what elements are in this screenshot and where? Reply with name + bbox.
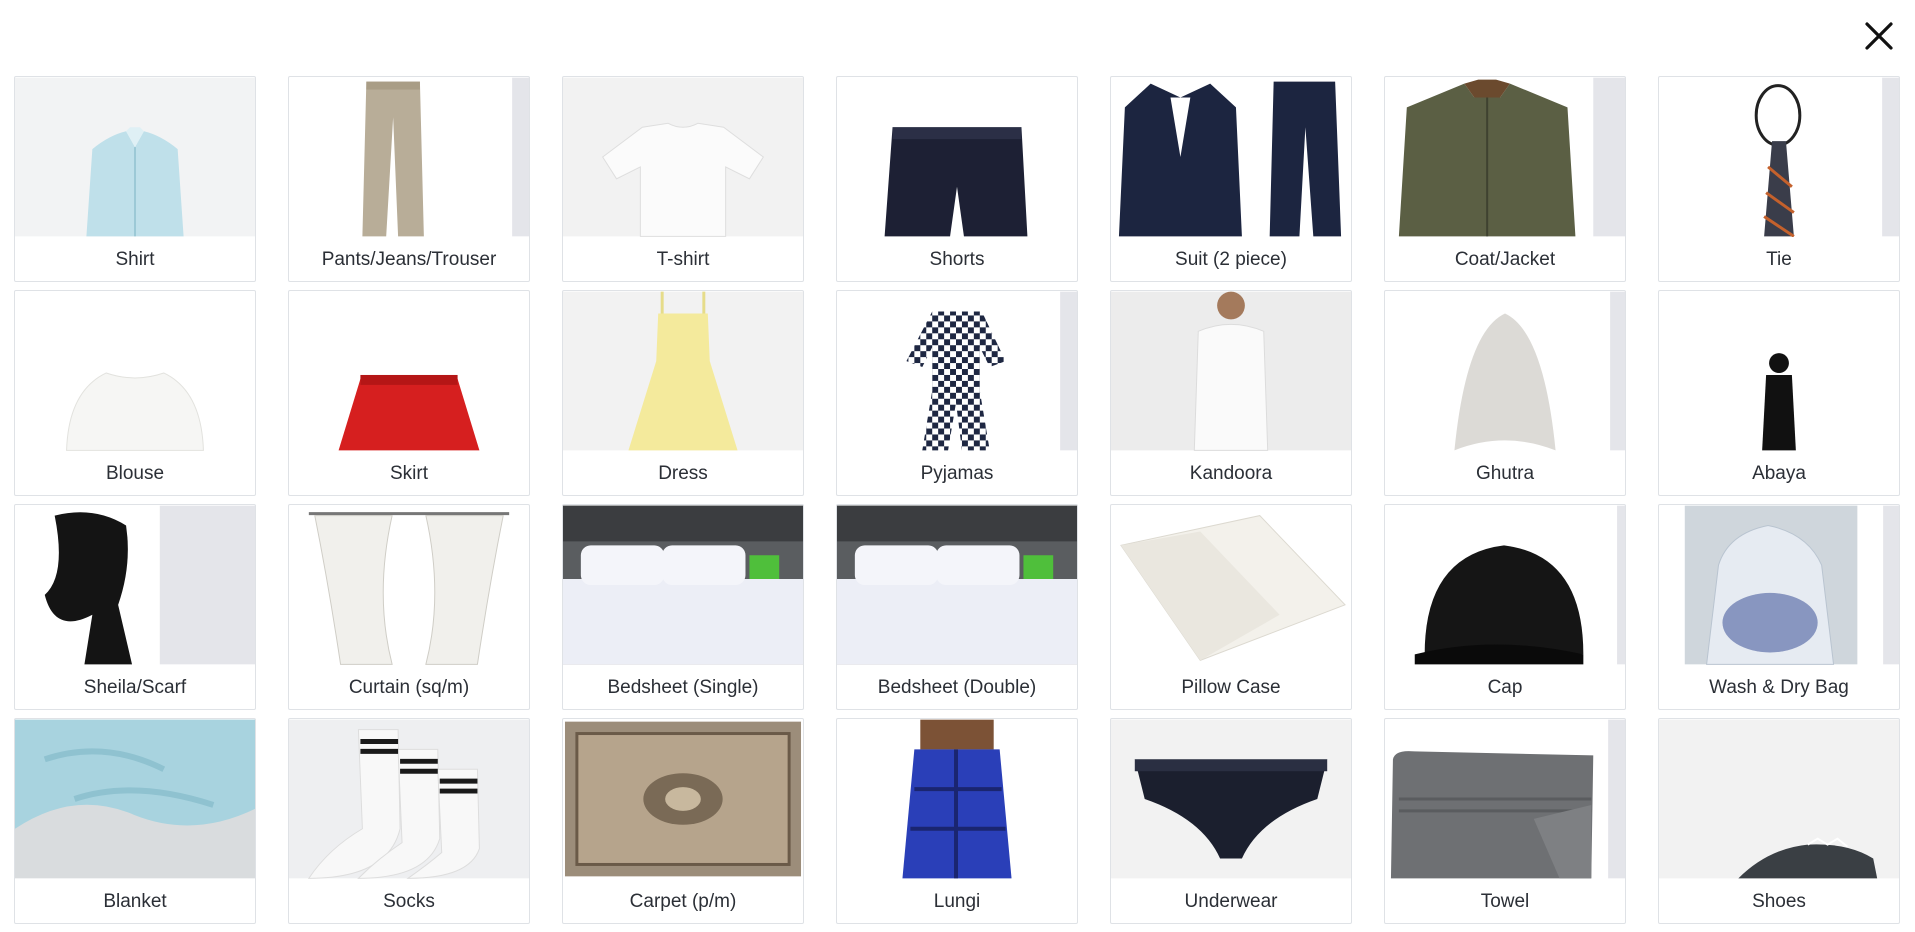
dress-icon [563,291,803,451]
underwear-icon [1111,719,1351,879]
item-label: T-shirt [656,249,710,270]
item-label: Towel [1480,891,1530,912]
item-label: Suit (2 piece) [1175,249,1287,270]
item-label: Cap [1487,677,1523,698]
item-card-bedsheet-single[interactable]: Bedsheet (Single) [562,504,804,710]
item-label: Coat/Jacket [1454,249,1556,270]
item-card-blouse[interactable]: Blouse [14,290,256,496]
item-label: Socks [383,891,435,912]
item-card-pyjamas[interactable]: Pyjamas [836,290,1078,496]
item-label: Shirt [115,249,155,270]
item-card-wash-dry-bag[interactable]: Wash & Dry Bag [1658,504,1900,710]
item-label: Blouse [105,463,165,484]
blouse-icon [15,291,255,451]
close-button[interactable] [1861,18,1897,54]
item-card-shirt[interactable]: Shirt [14,76,256,282]
shorts-icon [837,77,1077,237]
item-label: Skirt [390,463,428,484]
coat-icon [1385,77,1625,237]
item-card-shoes[interactable]: Shoes [1658,718,1900,924]
item-label: Dress [658,463,708,484]
item-card-scarf[interactable]: Sheila/Scarf [14,504,256,710]
item-card-dress[interactable]: Dress [562,290,804,496]
item-label: Tie [1766,249,1792,270]
item-label: Ghutra [1475,463,1535,484]
item-label: Bedsheet (Single) [607,677,759,698]
laundry-bag-icon [1659,505,1899,665]
item-card-underwear[interactable]: Underwear [1110,718,1352,924]
item-card-abaya[interactable]: Abaya [1658,290,1900,496]
item-label: Kandoora [1189,463,1273,484]
pyjamas-icon [837,291,1077,451]
item-card-kandoora[interactable]: Kandoora [1110,290,1352,496]
item-label: Pyjamas [920,463,994,484]
item-label: Pants/Jeans/Trouser [321,249,497,270]
pillow-icon [1111,505,1351,665]
item-label: Abaya [1752,463,1806,484]
item-card-socks[interactable]: Socks [288,718,530,924]
item-card-shorts[interactable]: Shorts [836,76,1078,282]
item-label: Lungi [933,891,981,912]
item-card-tie[interactable]: Tie [1658,76,1900,282]
shoes-icon [1659,719,1899,879]
item-label: Sheila/Scarf [83,677,187,698]
item-label: Curtain (sq/m) [348,677,470,698]
pants-icon [289,77,529,237]
item-card-curtain[interactable]: Curtain (sq/m) [288,504,530,710]
item-label: Underwear [1184,891,1278,912]
item-grid: Shirt Pants/Jeans/Trouser T-shirt Shorts [14,76,1900,924]
cap-icon [1385,505,1625,665]
item-label: Shoes [1752,891,1806,912]
tshirt-icon [563,77,803,237]
scarf-icon [15,505,255,665]
bedsheet-icon [563,505,803,665]
socks-icon [289,719,529,879]
suit-icon [1111,77,1351,237]
item-card-blanket[interactable]: Blanket [14,718,256,924]
item-label: Pillow Case [1181,677,1281,698]
item-card-coat[interactable]: Coat/Jacket [1384,76,1626,282]
item-card-pants[interactable]: Pants/Jeans/Trouser [288,76,530,282]
item-label: Bedsheet (Double) [877,677,1037,698]
item-card-cap[interactable]: Cap [1384,504,1626,710]
item-card-skirt[interactable]: Skirt [288,290,530,496]
ghutra-icon [1385,291,1625,451]
blanket-icon [15,719,255,879]
skirt-icon [289,291,529,451]
item-label: Shorts [929,249,985,270]
item-card-tshirt[interactable]: T-shirt [562,76,804,282]
item-label: Blanket [103,891,167,912]
item-label: Carpet (p/m) [629,891,737,912]
item-card-towel[interactable]: Towel [1384,718,1626,924]
tie-icon [1659,77,1899,237]
item-card-lungi[interactable]: Lungi [836,718,1078,924]
abaya-icon [1659,291,1899,451]
item-card-suit[interactable]: Suit (2 piece) [1110,76,1352,282]
bedsheet-icon [837,505,1077,665]
shirt-icon [15,77,255,237]
item-card-pillow-case[interactable]: Pillow Case [1110,504,1352,710]
close-icon [1865,22,1893,50]
item-card-carpet[interactable]: Carpet (p/m) [562,718,804,924]
carpet-icon [563,719,803,879]
item-card-ghutra[interactable]: Ghutra [1384,290,1626,496]
lungi-icon [837,719,1077,879]
item-label: Wash & Dry Bag [1709,677,1849,698]
item-card-bedsheet-double[interactable]: Bedsheet (Double) [836,504,1078,710]
kandoora-icon [1111,291,1351,451]
towel-icon [1385,719,1625,879]
curtain-icon [289,505,529,665]
